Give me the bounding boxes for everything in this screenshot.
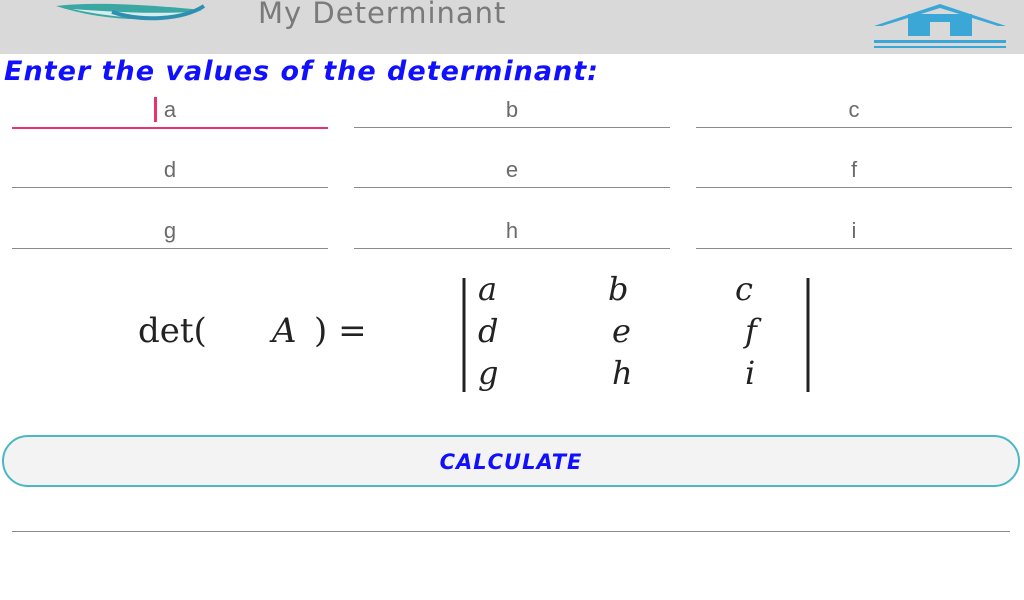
formula-det-text: det( — [138, 311, 207, 351]
input-a[interactable] — [12, 93, 328, 129]
formula-variable: A — [269, 311, 297, 351]
matrix-cell: f — [743, 312, 762, 350]
matrix-cell: c — [735, 270, 753, 308]
app-title: My Determinant — [258, 0, 507, 30]
instruction-heading: Enter the values of the determinant: — [4, 56, 599, 87]
input-i[interactable] — [696, 214, 1012, 249]
matrix-cell: i — [745, 354, 755, 392]
formula-equals: ) = — [314, 311, 367, 351]
matrix-cell: g — [478, 354, 498, 392]
calculate-button-label: CALCULATE — [439, 450, 583, 474]
app-bar: My Determinant — [0, 0, 1024, 54]
input-b[interactable] — [354, 93, 670, 128]
input-d[interactable] — [12, 153, 328, 188]
leaf-logo-icon — [56, 3, 206, 21]
calculate-button[interactable]: CALCULATE — [2, 435, 1020, 487]
matrix-cell: a — [478, 270, 497, 308]
matrix-cell: b — [608, 270, 628, 308]
home-icon[interactable] — [870, 0, 1010, 52]
input-g[interactable] — [12, 214, 328, 249]
input-c[interactable] — [696, 93, 1012, 128]
determinant-formula: det( A ) = a b c d e f g h i — [138, 270, 810, 392]
input-e[interactable] — [354, 153, 670, 188]
matrix-cell: d — [478, 312, 498, 350]
matrix-cell: h — [612, 354, 633, 392]
matrix-cell: e — [612, 312, 631, 350]
input-h[interactable] — [354, 214, 670, 249]
text-cursor — [154, 97, 157, 122]
input-f[interactable] — [696, 153, 1012, 188]
result-output — [12, 531, 1010, 532]
